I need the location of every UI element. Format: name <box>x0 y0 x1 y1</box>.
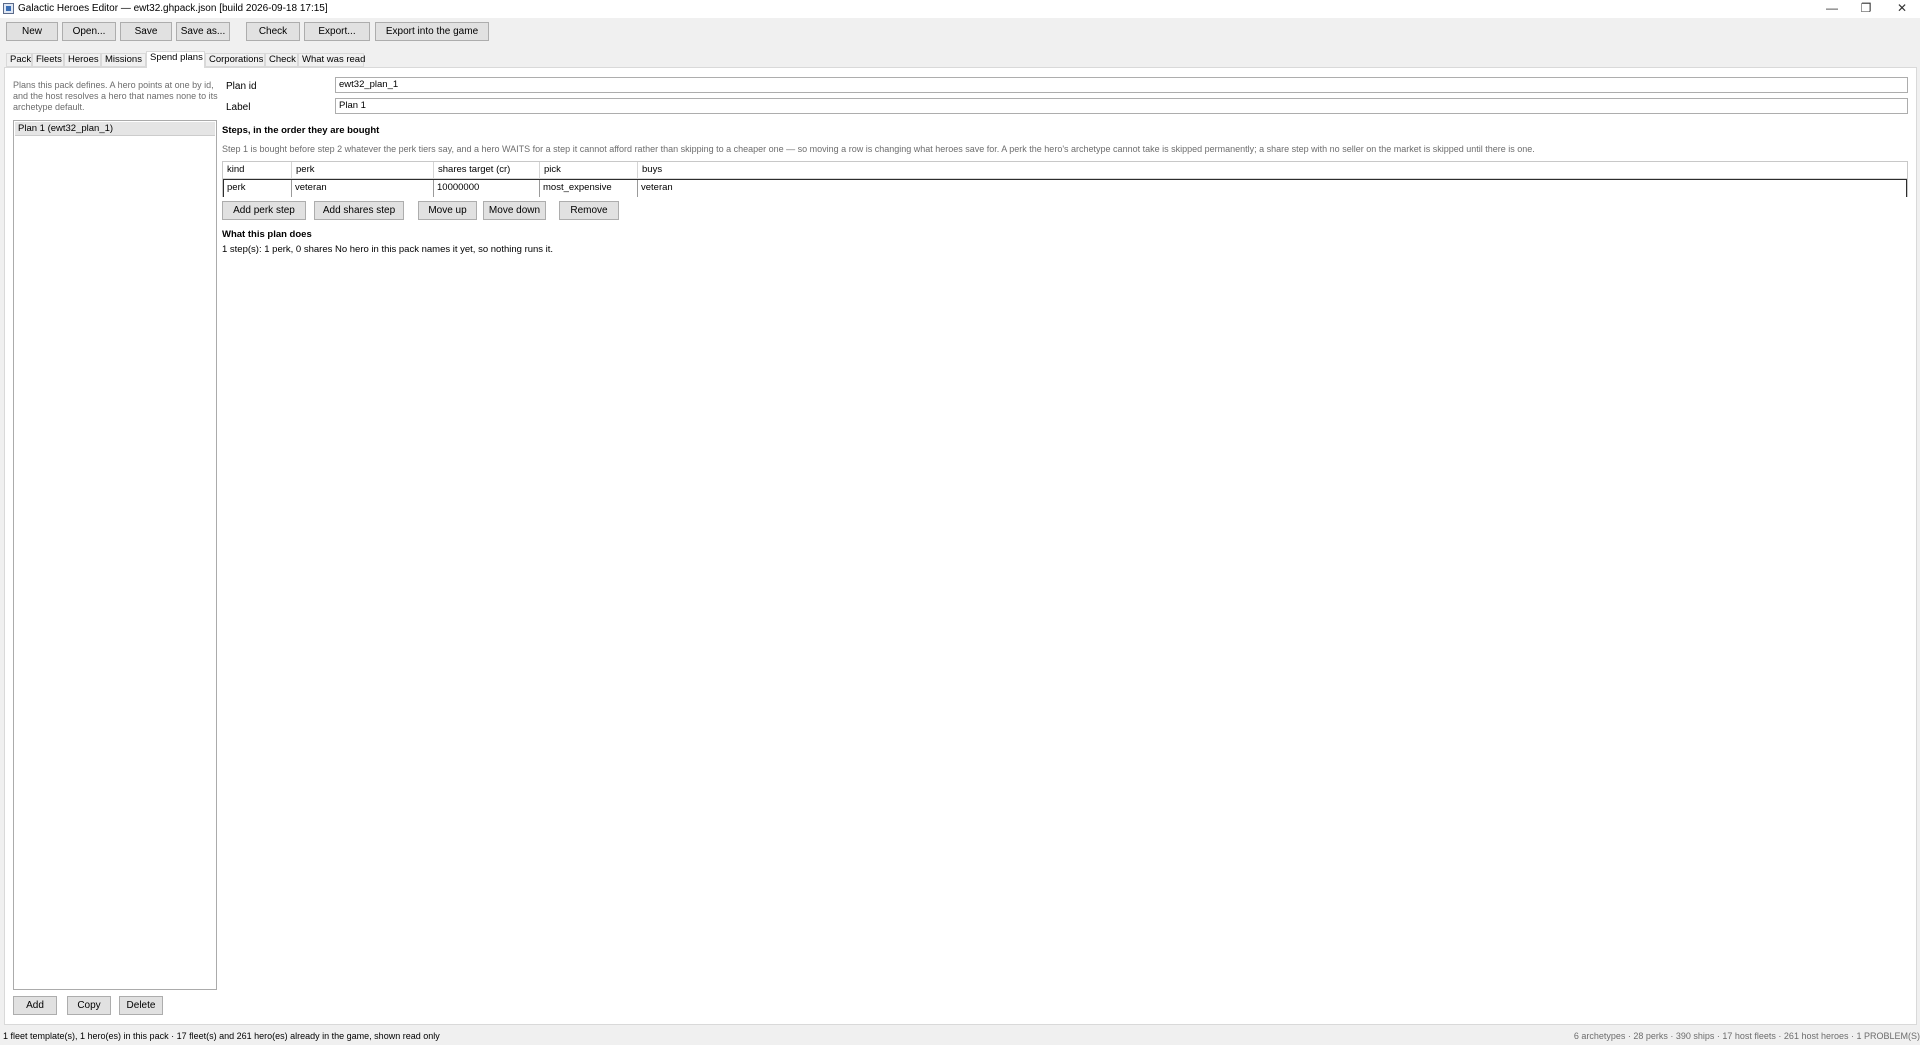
remove-step-button[interactable]: Remove <box>559 201 619 220</box>
title-bar: Galactic Heroes Editor — ewt32.ghpack.js… <box>0 0 1920 18</box>
cell-perk[interactable]: veteran <box>292 180 434 197</box>
export-button[interactable]: Export... <box>304 22 370 41</box>
move-down-button[interactable]: Move down <box>483 201 546 220</box>
minimize-button[interactable]: — <box>1814 0 1850 18</box>
check-button[interactable]: Check <box>246 22 300 41</box>
tab-corporations[interactable]: Corporations <box>205 53 265 67</box>
plans-help-line-2: and the host resolves a hero that names … <box>13 91 218 101</box>
save-as-button[interactable]: Save as... <box>176 22 230 41</box>
add-perk-step-button[interactable]: Add perk step <box>222 201 306 220</box>
plan-id-label: Plan id <box>226 81 257 92</box>
tab-check[interactable]: Check <box>265 53 298 67</box>
plan-list[interactable]: Plan 1 (ewt32_plan_1) <box>13 120 217 990</box>
column-header-shares-target[interactable]: shares target (cr) <box>434 162 540 179</box>
cell-kind[interactable]: perk <box>224 180 292 197</box>
tab-missions[interactable]: Missions <box>101 53 146 67</box>
tab-what-was-read[interactable]: What was read <box>298 53 365 67</box>
tab-pack[interactable]: Pack <box>6 53 32 67</box>
add-plan-button[interactable]: Add <box>13 996 57 1015</box>
column-header-perk[interactable]: perk <box>292 162 434 179</box>
status-bar: 1 fleet template(s), 1 hero(es) in this … <box>0 1028 1920 1045</box>
new-button[interactable]: New <box>6 22 58 41</box>
open-button[interactable]: Open... <box>62 22 116 41</box>
steps-heading: Steps, in the order they are bought <box>222 125 380 136</box>
plans-help-line-3: archetype default. <box>13 102 85 112</box>
plans-help-text: Plans this pack defines. A hero points a… <box>13 80 218 113</box>
cell-shares-target[interactable]: 10000000 <box>434 180 540 197</box>
plan-id-field[interactable]: ewt32_plan_1 <box>335 77 1908 93</box>
column-header-buys[interactable]: buys <box>638 162 1907 179</box>
plan-list-item[interactable]: Plan 1 (ewt32_plan_1) <box>15 122 215 136</box>
table-row[interactable]: perk veteran 10000000 most_expensive vet… <box>223 179 1907 197</box>
delete-plan-button[interactable]: Delete <box>119 996 163 1015</box>
summary-text: 1 step(s): 1 perk, 0 shares No hero in t… <box>222 244 554 255</box>
add-shares-step-button[interactable]: Add shares step <box>314 201 404 220</box>
app-icon <box>3 3 14 14</box>
status-right-text: 6 archetypes · 28 perks · 390 ships · 17… <box>1573 1031 1920 1041</box>
plan-label-field[interactable]: Plan 1 <box>335 98 1908 114</box>
status-left-text: 1 fleet template(s), 1 hero(es) in this … <box>3 1031 440 1041</box>
column-header-pick[interactable]: pick <box>540 162 638 179</box>
summary-heading: What this plan does <box>222 229 312 240</box>
maximize-button[interactable]: ❐ <box>1848 0 1884 18</box>
steps-help-text: Step 1 is bought before step 2 whatever … <box>222 144 1535 154</box>
close-button[interactable]: ✕ <box>1884 0 1920 18</box>
plan-label-label: Label <box>226 102 251 113</box>
column-header-kind[interactable]: kind <box>223 162 292 179</box>
copy-plan-button[interactable]: Copy <box>67 996 111 1015</box>
tab-fleets[interactable]: Fleets <box>32 53 64 67</box>
cell-pick[interactable]: most_expensive <box>540 180 638 197</box>
export-into-game-button[interactable]: Export into the game <box>375 22 489 41</box>
save-button[interactable]: Save <box>120 22 172 41</box>
window-title: Galactic Heroes Editor — ewt32.ghpack.js… <box>18 3 328 14</box>
cell-buys[interactable]: veteran <box>638 180 1906 197</box>
move-up-button[interactable]: Move up <box>418 201 477 220</box>
plans-help-line-1: Plans this pack defines. A hero points a… <box>13 80 214 90</box>
tab-spend-plans[interactable]: Spend plans <box>146 51 205 68</box>
steps-table[interactable]: kind perk shares target (cr) pick buys p… <box>222 161 1908 197</box>
tab-heroes[interactable]: Heroes <box>64 53 101 67</box>
